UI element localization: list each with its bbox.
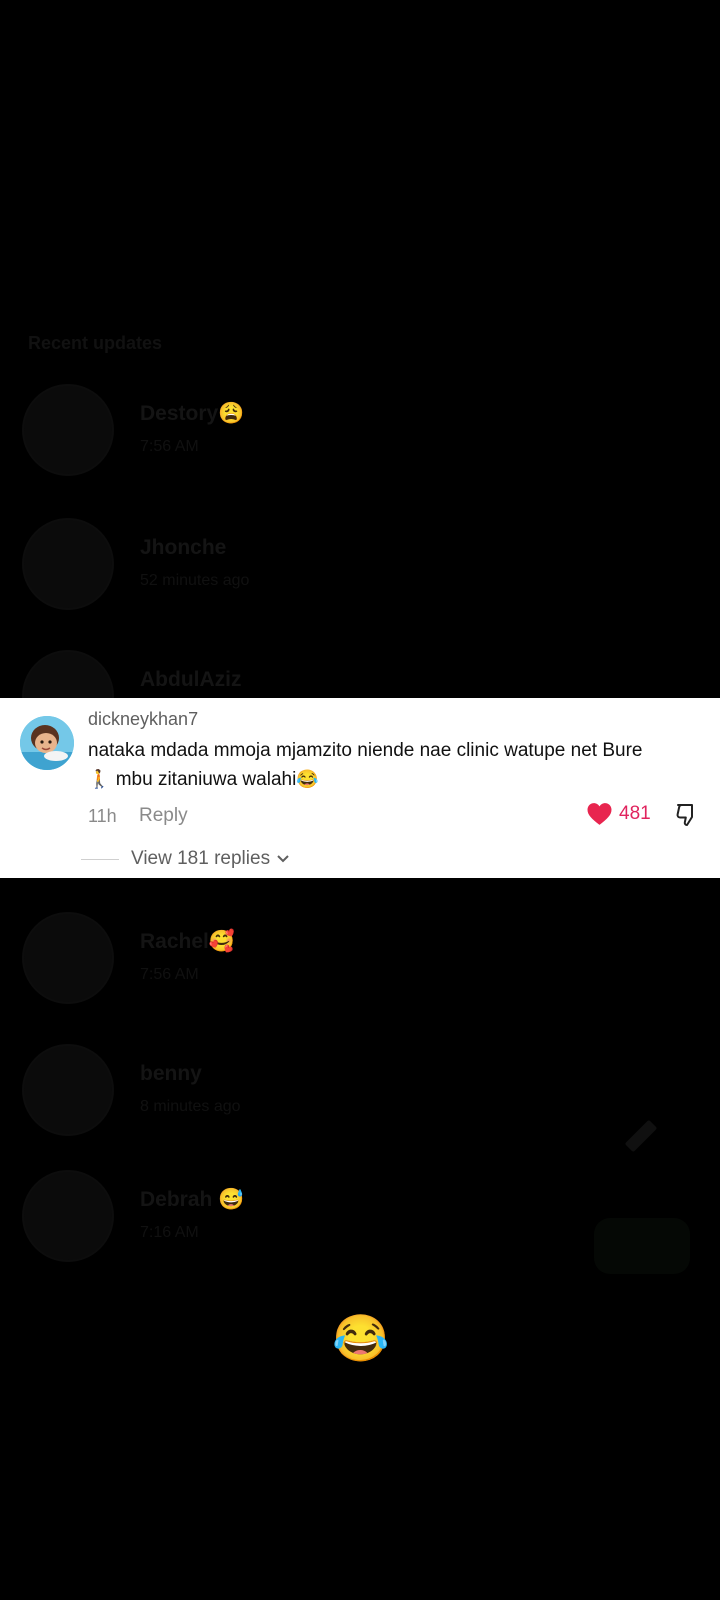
avatar [22, 912, 114, 1004]
avatar [22, 518, 114, 610]
dislike-icon[interactable] [675, 802, 701, 828]
status-name: Destory😩 [140, 402, 245, 425]
avatar [22, 1170, 114, 1262]
avatar[interactable] [20, 716, 74, 770]
comment-card: dickneykhan7 nataka mdada mmoja mjamzito… [0, 698, 720, 878]
heart-icon [587, 803, 612, 825]
status-row[interactable]: Rachel🥰 7:56 AM [0, 912, 720, 1022]
reply-button[interactable]: Reply [139, 805, 188, 827]
like-count: 481 [619, 803, 651, 824]
status-name: Rachel🥰 [140, 930, 236, 953]
status-name: Jhonche [140, 536, 227, 559]
view-replies-button[interactable]: View 181 replies [81, 848, 290, 870]
status-row[interactable]: Destory😩 7:56 AM [0, 384, 720, 494]
chevron-down-icon [277, 855, 289, 863]
status-time: 52 minutes ago [140, 572, 250, 589]
status-name: AbdulAziz [140, 668, 242, 691]
comment-line-1: nataka mdada mmoja mjamzito niende nae c… [88, 740, 643, 761]
divider [81, 858, 119, 860]
status-name: benny [140, 1062, 202, 1085]
status-time: 7:56 AM [140, 438, 199, 455]
section-title: Recent updates [28, 333, 163, 353]
comment-text: nataka mdada mmoja mjamzito niende nae c… [88, 736, 688, 794]
view-replies-label: View 181 replies [131, 848, 271, 869]
avatar-illustration-icon [20, 716, 74, 770]
avatar [22, 1044, 114, 1136]
comment-line-2: mbu zitaniuwa walahi [115, 769, 297, 790]
status-row[interactable]: benny 8 minutes ago [0, 1044, 720, 1154]
laughing-emoji: 😂 [296, 769, 319, 789]
status-time: 7:16 AM [140, 1224, 199, 1241]
avatar [22, 384, 114, 476]
status-time: 8 minutes ago [140, 1098, 241, 1115]
status-row[interactable]: Jhonche 52 minutes ago [0, 518, 720, 628]
walking-person-emoji: 🚶 [88, 769, 111, 789]
like-button[interactable]: 481 [586, 802, 651, 826]
camera-fab-button[interactable] [594, 1218, 690, 1274]
laughing-emoji: 😂 [332, 1312, 390, 1364]
status-name: Debrah 😅 [140, 1188, 245, 1211]
status-time: 7:56 AM [140, 966, 199, 983]
comment-username[interactable]: dickneykhan7 [88, 709, 198, 730]
comment-time: 11h [88, 806, 117, 826]
